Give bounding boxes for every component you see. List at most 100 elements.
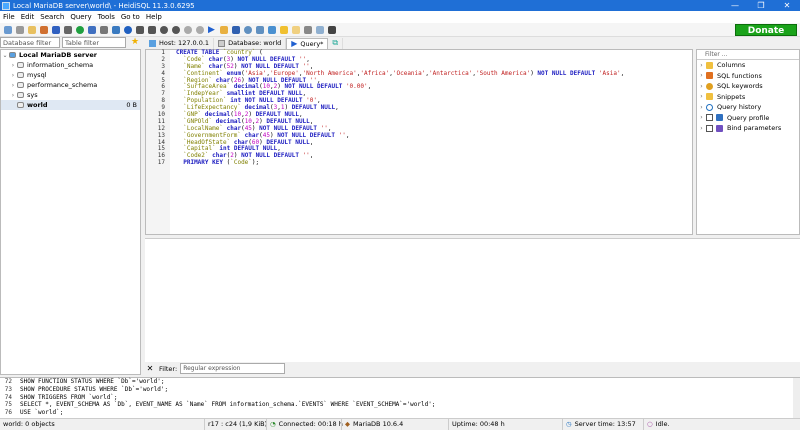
menu-tools[interactable]: Tools <box>95 13 118 21</box>
filter-input[interactable]: Regular expression <box>180 363 286 374</box>
chevron-right-icon[interactable]: › <box>697 62 706 69</box>
main-toolbar: ▶ Donate <box>0 23 800 37</box>
app-icon <box>2 1 10 10</box>
helpers-filter-input[interactable]: Filter ... <box>697 50 799 60</box>
null-icon[interactable] <box>290 24 301 35</box>
bind-parameters-checkbox[interactable] <box>706 124 713 132</box>
print-icon[interactable] <box>62 24 73 35</box>
stop-icon[interactable] <box>326 24 337 35</box>
results-grid[interactable] <box>145 238 800 362</box>
export-icon[interactable] <box>110 24 121 35</box>
donate-button[interactable]: Donate <box>735 24 797 36</box>
db-name: sys <box>27 91 38 99</box>
helper-snippets[interactable]: › Snippets <box>697 92 799 103</box>
status-uptime: Uptime: 00:48 h <box>448 419 505 430</box>
chevron-right-icon[interactable]: › <box>697 72 706 79</box>
function-icon <box>706 72 713 80</box>
helper-sql-functions[interactable]: › SQL functions <box>697 71 799 82</box>
tab-database[interactable]: Database: world <box>214 37 287 49</box>
minimize-button[interactable]: — <box>722 0 748 11</box>
cancel-icon[interactable] <box>194 24 205 35</box>
menu-goto[interactable]: Go to <box>118 13 143 21</box>
chevron-right-icon[interactable]: › <box>697 93 706 100</box>
tab-query[interactable]: ▶ Query* <box>286 37 329 49</box>
menu-file[interactable]: File <box>0 13 18 21</box>
helper-query-profile[interactable]: › Query profile <box>697 113 799 124</box>
delete-row-icon[interactable] <box>170 24 181 35</box>
helper-sql-keywords[interactable]: › SQL keywords <box>697 81 799 92</box>
table-filter-input[interactable]: Table filter <box>62 37 126 48</box>
status-connected: ◔ Connected: 00:18 h <box>266 419 343 430</box>
case-icon[interactable] <box>278 24 289 35</box>
last-record-icon[interactable] <box>146 24 157 35</box>
folder-icon <box>706 61 713 69</box>
chevron-right-icon[interactable]: › <box>9 92 17 99</box>
chevron-right-icon[interactable]: › <box>697 125 706 132</box>
add-tab-icon: ⧉ <box>332 38 339 47</box>
chevron-right-icon[interactable]: › <box>697 83 706 90</box>
helper-query-history[interactable]: › Query history <box>697 102 799 113</box>
wrap-icon[interactable] <box>302 24 313 35</box>
tab-host[interactable]: Host: 127.0.0.1 <box>145 37 215 49</box>
chevron-right-icon[interactable]: › <box>9 62 17 69</box>
copy-icon[interactable] <box>26 24 37 35</box>
menu-help[interactable]: Help <box>143 13 165 21</box>
menu-edit[interactable]: Edit <box>18 13 38 21</box>
close-window-button[interactable]: ✕ <box>774 0 800 11</box>
connect-icon[interactable] <box>2 24 13 35</box>
paste-icon[interactable] <box>38 24 49 35</box>
chevron-down-icon[interactable]: ⌄ <box>1 52 9 59</box>
chevron-right-icon[interactable]: › <box>9 72 17 79</box>
chart-icon <box>716 114 723 122</box>
run-icon[interactable]: ▶ <box>206 24 217 35</box>
user-manager-icon[interactable] <box>86 24 97 35</box>
sql-log[interactable]: 72 SHOW FUNCTION STATUS WHERE `Db`='world… <box>0 377 800 418</box>
line-number: 5 <box>161 76 165 84</box>
refresh-icon[interactable] <box>74 24 85 35</box>
new-query-tab-button[interactable]: ⧉ <box>328 37 344 49</box>
database-filter-input[interactable]: Database filter <box>0 37 60 48</box>
log-line: 72 SHOW FUNCTION STATUS WHERE `Db`='world… <box>4 378 165 385</box>
format-icon[interactable] <box>266 24 277 35</box>
first-record-icon[interactable] <box>134 24 145 35</box>
database-tree: ⌄ Local MariaDB server › information_sch… <box>0 49 141 375</box>
code-area[interactable]: CREATE TABLE `country` ( `Code` char(3) … <box>176 49 692 167</box>
chevron-right-icon[interactable]: › <box>697 104 706 111</box>
idle-icon: ○ <box>647 420 653 428</box>
server-icon <box>149 39 156 47</box>
tree-db-information-schema[interactable]: › information_schema <box>1 60 140 70</box>
close-filter-icon[interactable]: ✕ <box>145 364 155 373</box>
help-icon[interactable] <box>122 24 133 35</box>
query-profile-checkbox[interactable] <box>706 114 713 122</box>
helper-columns[interactable]: › Columns <box>697 60 799 71</box>
database-icon <box>17 92 24 98</box>
tree-db-world[interactable]: world 0 B <box>1 100 140 110</box>
menu-search[interactable]: Search <box>37 13 67 21</box>
save-icon[interactable] <box>230 24 241 35</box>
log-scrollbar[interactable] <box>793 378 800 418</box>
sql-editor[interactable]: 1 2 3 4 5 6 7 8 9 10 11 12 13 14 15 16 17 CREATE TABLE `… <box>145 49 693 235</box>
helper-bind-parameters[interactable]: › Bind parameters <box>697 123 799 134</box>
tree-db-mysql[interactable]: › mysql <box>1 70 140 80</box>
tree-server[interactable]: ⌄ Local MariaDB server <box>1 50 140 60</box>
tree-db-performance-schema[interactable]: › performance_schema <box>1 80 140 90</box>
maximize-button[interactable]: ❐ <box>748 0 774 11</box>
find-icon[interactable] <box>242 24 253 35</box>
open-file-icon[interactable] <box>218 24 229 35</box>
favorite-star-icon[interactable]: ★ <box>131 37 139 49</box>
insert-row-icon[interactable] <box>158 24 169 35</box>
menu-query[interactable]: Query <box>67 13 94 21</box>
line-number-gutter: 1 2 3 4 5 6 7 8 9 10 11 12 13 14 15 16 17 <box>146 49 170 234</box>
chevron-right-icon[interactable]: › <box>9 82 17 89</box>
explain-icon[interactable] <box>314 24 325 35</box>
log-line: 73 SHOW PROCEDURE STATUS WHERE `Db`='worl… <box>4 385 169 393</box>
chevron-right-icon[interactable]: › <box>697 114 706 121</box>
disconnect-icon[interactable] <box>14 24 25 35</box>
replace-icon[interactable] <box>254 24 265 35</box>
post-icon[interactable] <box>182 24 193 35</box>
undo-icon[interactable] <box>50 24 61 35</box>
tree-db-sys[interactable]: › sys <box>1 90 140 100</box>
maintenance-icon[interactable] <box>98 24 109 35</box>
database-icon <box>17 62 24 68</box>
database-icon <box>17 102 24 108</box>
